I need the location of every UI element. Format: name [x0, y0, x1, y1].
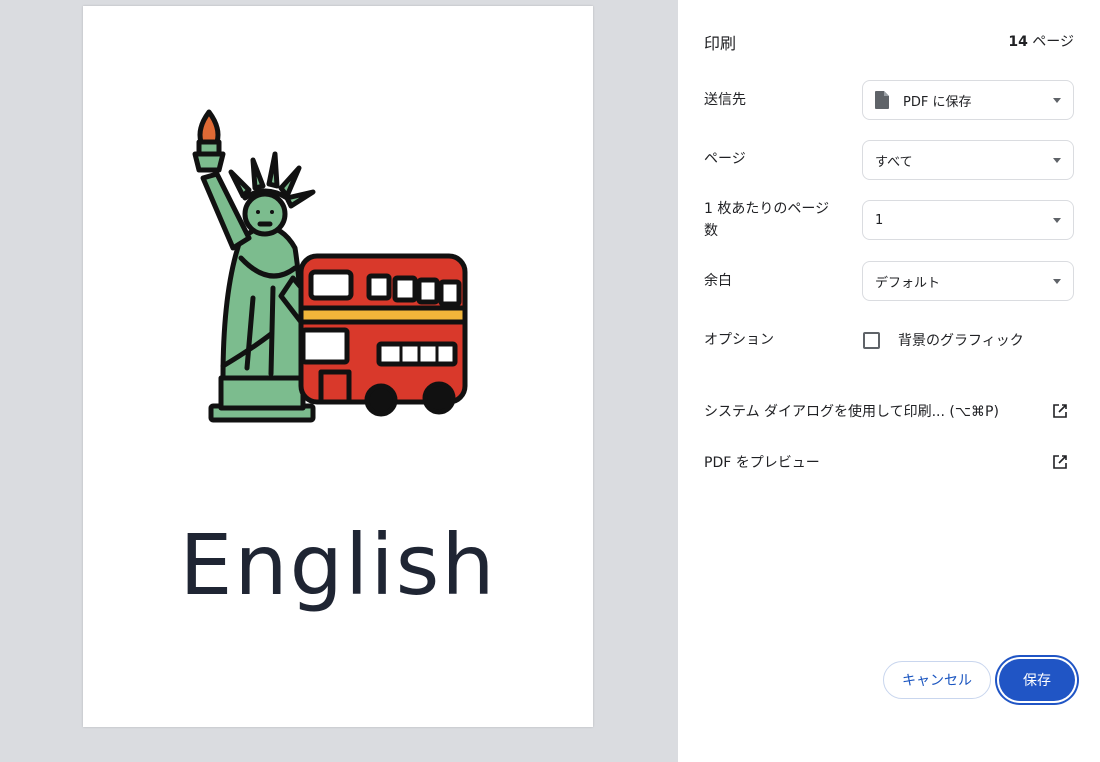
- pages-per-sheet-label: 1 枚あたりのページ数: [704, 201, 830, 239]
- chevron-down-icon: [1053, 279, 1061, 284]
- pages-per-sheet-value: 1: [875, 212, 884, 228]
- options-label: オプション: [704, 332, 774, 348]
- open-in-new-icon[interactable]: [1052, 454, 1068, 470]
- chevron-down-icon: [1053, 218, 1061, 223]
- margins-label: 余白: [704, 273, 732, 289]
- preview-page-title: English: [179, 516, 497, 614]
- page-count-unit: ページ: [1032, 34, 1074, 50]
- pages-select[interactable]: すべて: [862, 140, 1074, 180]
- chevron-down-icon: [1053, 98, 1061, 103]
- pages-value: すべて: [875, 154, 913, 170]
- open-in-new-icon[interactable]: [1052, 403, 1068, 419]
- background-graphics-checkbox[interactable]: [863, 332, 880, 349]
- print-settings-panel: 印刷 14 ページ 送信先 PDF に保存 ページ すべて 1 枚あたりのページ…: [678, 0, 1100, 762]
- dialog-title: 印刷: [704, 34, 737, 53]
- destination-value: PDF に保存: [903, 94, 972, 110]
- margins-value: デフォルト: [875, 275, 941, 291]
- destination-select[interactable]: PDF に保存: [862, 80, 1074, 120]
- margins-select[interactable]: デフォルト: [862, 261, 1074, 301]
- page-count: 14 ページ: [1008, 31, 1074, 51]
- preview-page: English: [83, 6, 593, 727]
- pdf-preview-link[interactable]: PDF をプレビュー: [704, 452, 820, 472]
- pages-label: ページ: [704, 151, 746, 167]
- liberty-bus-illustration: [192, 109, 468, 423]
- save-button[interactable]: 保存: [999, 659, 1075, 701]
- print-preview-area: English: [0, 0, 678, 762]
- pages-per-sheet-select[interactable]: 1: [862, 200, 1074, 240]
- document-icon: [875, 91, 889, 109]
- page-count-number: 14: [1008, 34, 1028, 50]
- chevron-down-icon: [1053, 158, 1061, 163]
- cancel-button[interactable]: キャンセル: [883, 661, 991, 699]
- background-graphics-label[interactable]: 背景のグラフィック: [898, 330, 1024, 350]
- destination-label: 送信先: [704, 92, 746, 108]
- system-dialog-link[interactable]: システム ダイアログを使用して印刷... (⌥⌘P): [704, 401, 999, 421]
